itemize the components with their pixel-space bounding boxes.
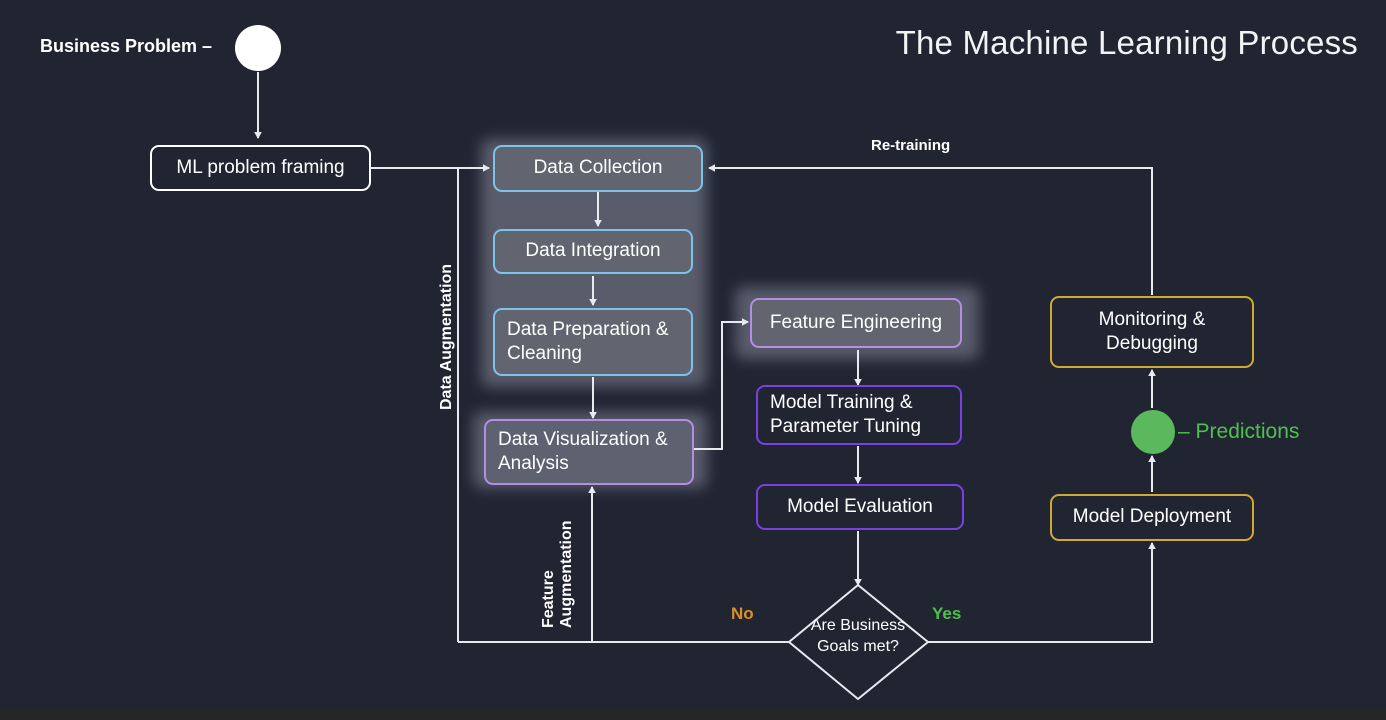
node-model-deployment[interactable]: Model Deployment	[1050, 494, 1254, 541]
node-model-training-parameter-tuning[interactable]: Model Training & Parameter Tuning	[756, 385, 962, 445]
node-monitoring-debugging[interactable]: Monitoring & Debugging	[1050, 296, 1254, 368]
node-data-visualization-analysis[interactable]: Data Visualization & Analysis	[484, 419, 694, 485]
decision-yes-label: Yes	[932, 604, 962, 623]
node-feature-engineering[interactable]: Feature Engineering	[750, 298, 962, 348]
feature-augmentation-label: Feature Augmentation	[540, 520, 576, 628]
retraining-label: Re-training	[871, 137, 951, 154]
business-problem-dot	[235, 25, 281, 71]
node-data-integration[interactable]: Data Integration	[493, 229, 693, 274]
decision-label: Are Business Goals met?	[810, 617, 906, 655]
node-data-preparation-cleaning[interactable]: Data Preparation & Cleaning	[493, 308, 693, 376]
diagram-canvas: Business Problem – The Machine Learning …	[0, 0, 1386, 720]
page-title: The Machine Learning Process	[895, 24, 1358, 61]
business-problem-label: Business Problem –	[40, 36, 213, 56]
bottom-strip	[0, 710, 1386, 720]
predictions-dot	[1131, 410, 1175, 454]
node-ml-problem-framing[interactable]: ML problem framing	[150, 145, 371, 191]
decision-no-label: No	[731, 604, 754, 623]
predictions-label: – Predictions	[1178, 420, 1300, 443]
node-model-evaluation[interactable]: Model Evaluation	[756, 484, 964, 530]
data-augmentation-label: Data Augmentation	[438, 263, 455, 410]
node-data-collection[interactable]: Data Collection	[493, 145, 703, 192]
